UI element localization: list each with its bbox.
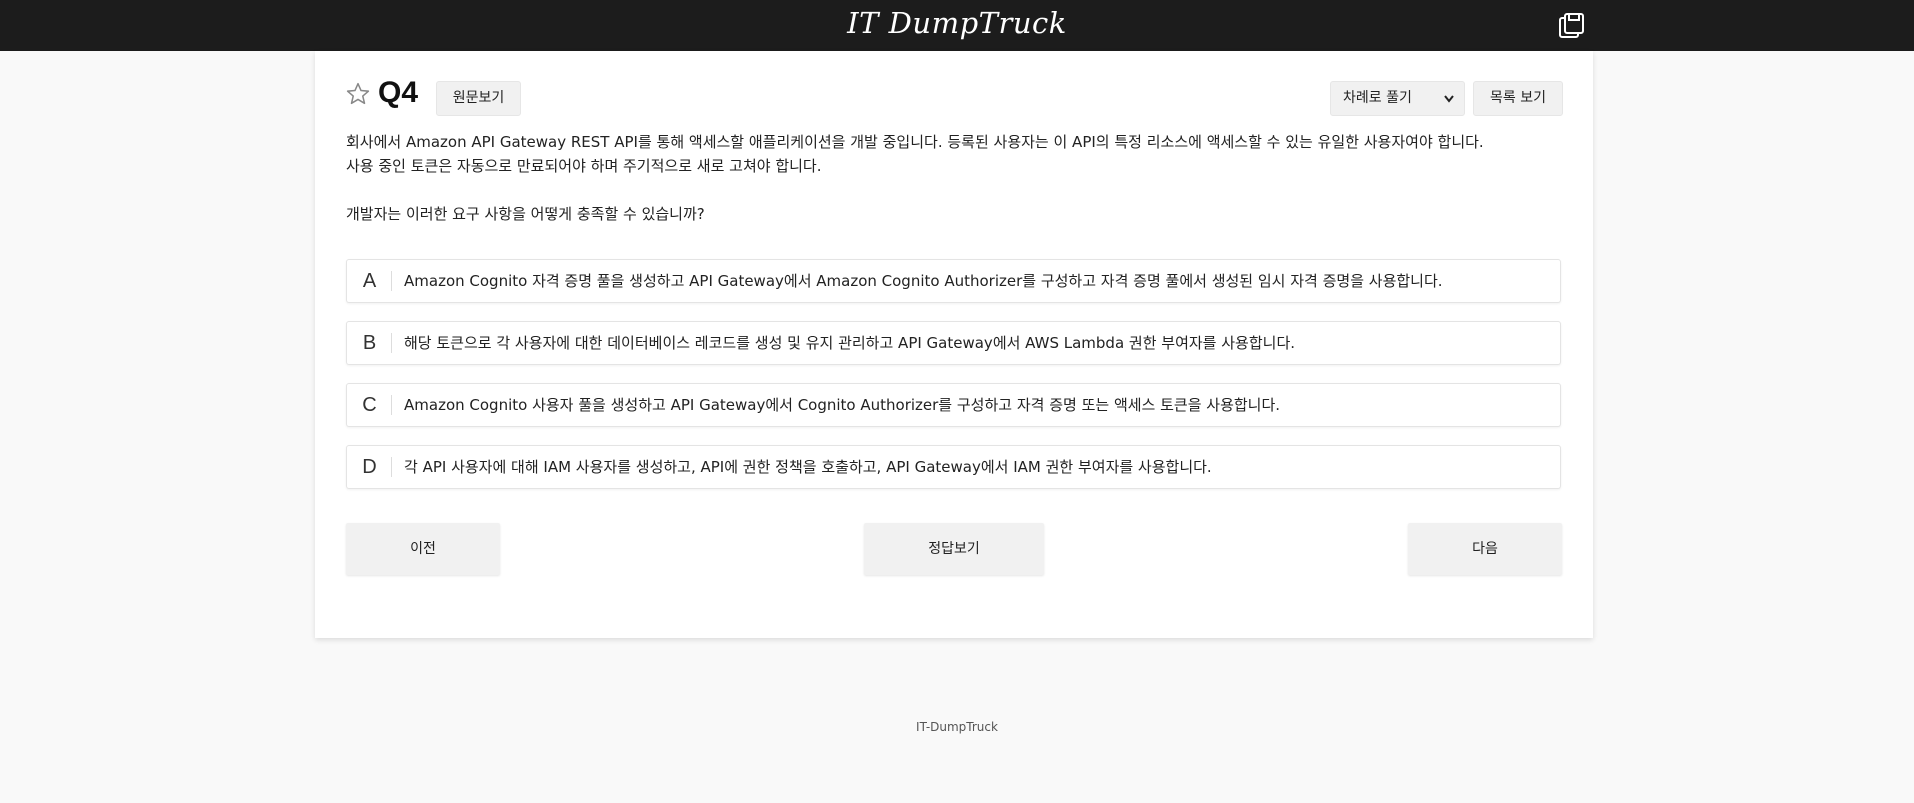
star-icon[interactable] (345, 81, 371, 107)
show-answer-button[interactable]: 정답보기 (864, 523, 1044, 575)
option-text: 해당 토큰으로 각 사용자에 대한 데이터베이스 레코드를 생성 및 유지 관리… (404, 334, 1296, 352)
order-mode-select[interactable]: 차례로 풀기 (1330, 81, 1465, 116)
question-line-1: 회사에서 Amazon API Gateway REST API를 통해 액세스… (346, 133, 1484, 151)
question-line-2: 사용 중인 토큰은 자동으로 만료되어야 하며 주기적으로 새로 고쳐야 합니다… (346, 157, 822, 175)
option-text: Amazon Cognito 자격 증명 풀을 생성하고 API Gateway… (404, 272, 1443, 290)
option-divider (391, 271, 392, 291)
option-letter: C (362, 394, 377, 416)
view-list-button[interactable]: 목록 보기 (1473, 81, 1563, 116)
question-text: 회사에서 Amazon API Gateway REST API를 통해 액세스… (346, 130, 1576, 226)
question-card: Q4 원문보기 차례로 풀기 목록 보기 회사에서 Amazon API Gat… (315, 51, 1593, 638)
chevron-down-icon (1443, 82, 1455, 128)
option-letter: B (362, 332, 377, 354)
brand-logo[interactable]: IT DumpTruck (0, 6, 1914, 40)
order-mode-value: 차례로 풀기 (1343, 90, 1412, 106)
top-bar: IT DumpTruck (0, 0, 1914, 51)
view-original-button[interactable]: 원문보기 (436, 81, 521, 116)
question-prompt: 개발자는 이러한 요구 사항을 어떻게 충족할 수 있습니까? (346, 205, 705, 223)
save-icon[interactable] (1556, 11, 1586, 41)
question-number: Q4 (378, 76, 419, 109)
option-d[interactable]: D 각 API 사용자에 대해 IAM 사용자를 생성하고, API에 권한 정… (346, 445, 1561, 489)
option-text: 각 API 사용자에 대해 IAM 사용자를 생성하고, API에 권한 정책을… (404, 458, 1212, 476)
next-button[interactable]: 다음 (1408, 523, 1562, 575)
option-divider (391, 457, 392, 477)
prev-button[interactable]: 이전 (346, 523, 500, 575)
footer-text: IT-DumpTruck (916, 720, 998, 734)
option-b[interactable]: B 해당 토큰으로 각 사용자에 대한 데이터베이스 레코드를 생성 및 유지 … (346, 321, 1561, 365)
option-letter: D (362, 456, 377, 478)
option-text: Amazon Cognito 사용자 풀을 생성하고 API Gateway에서… (404, 396, 1281, 414)
option-divider (391, 333, 392, 353)
option-a[interactable]: A Amazon Cognito 자격 증명 풀을 생성하고 API Gatew… (346, 259, 1561, 303)
option-divider (391, 395, 392, 415)
option-c[interactable]: C Amazon Cognito 사용자 풀을 생성하고 API Gateway… (346, 383, 1561, 427)
option-letter: A (362, 270, 377, 292)
